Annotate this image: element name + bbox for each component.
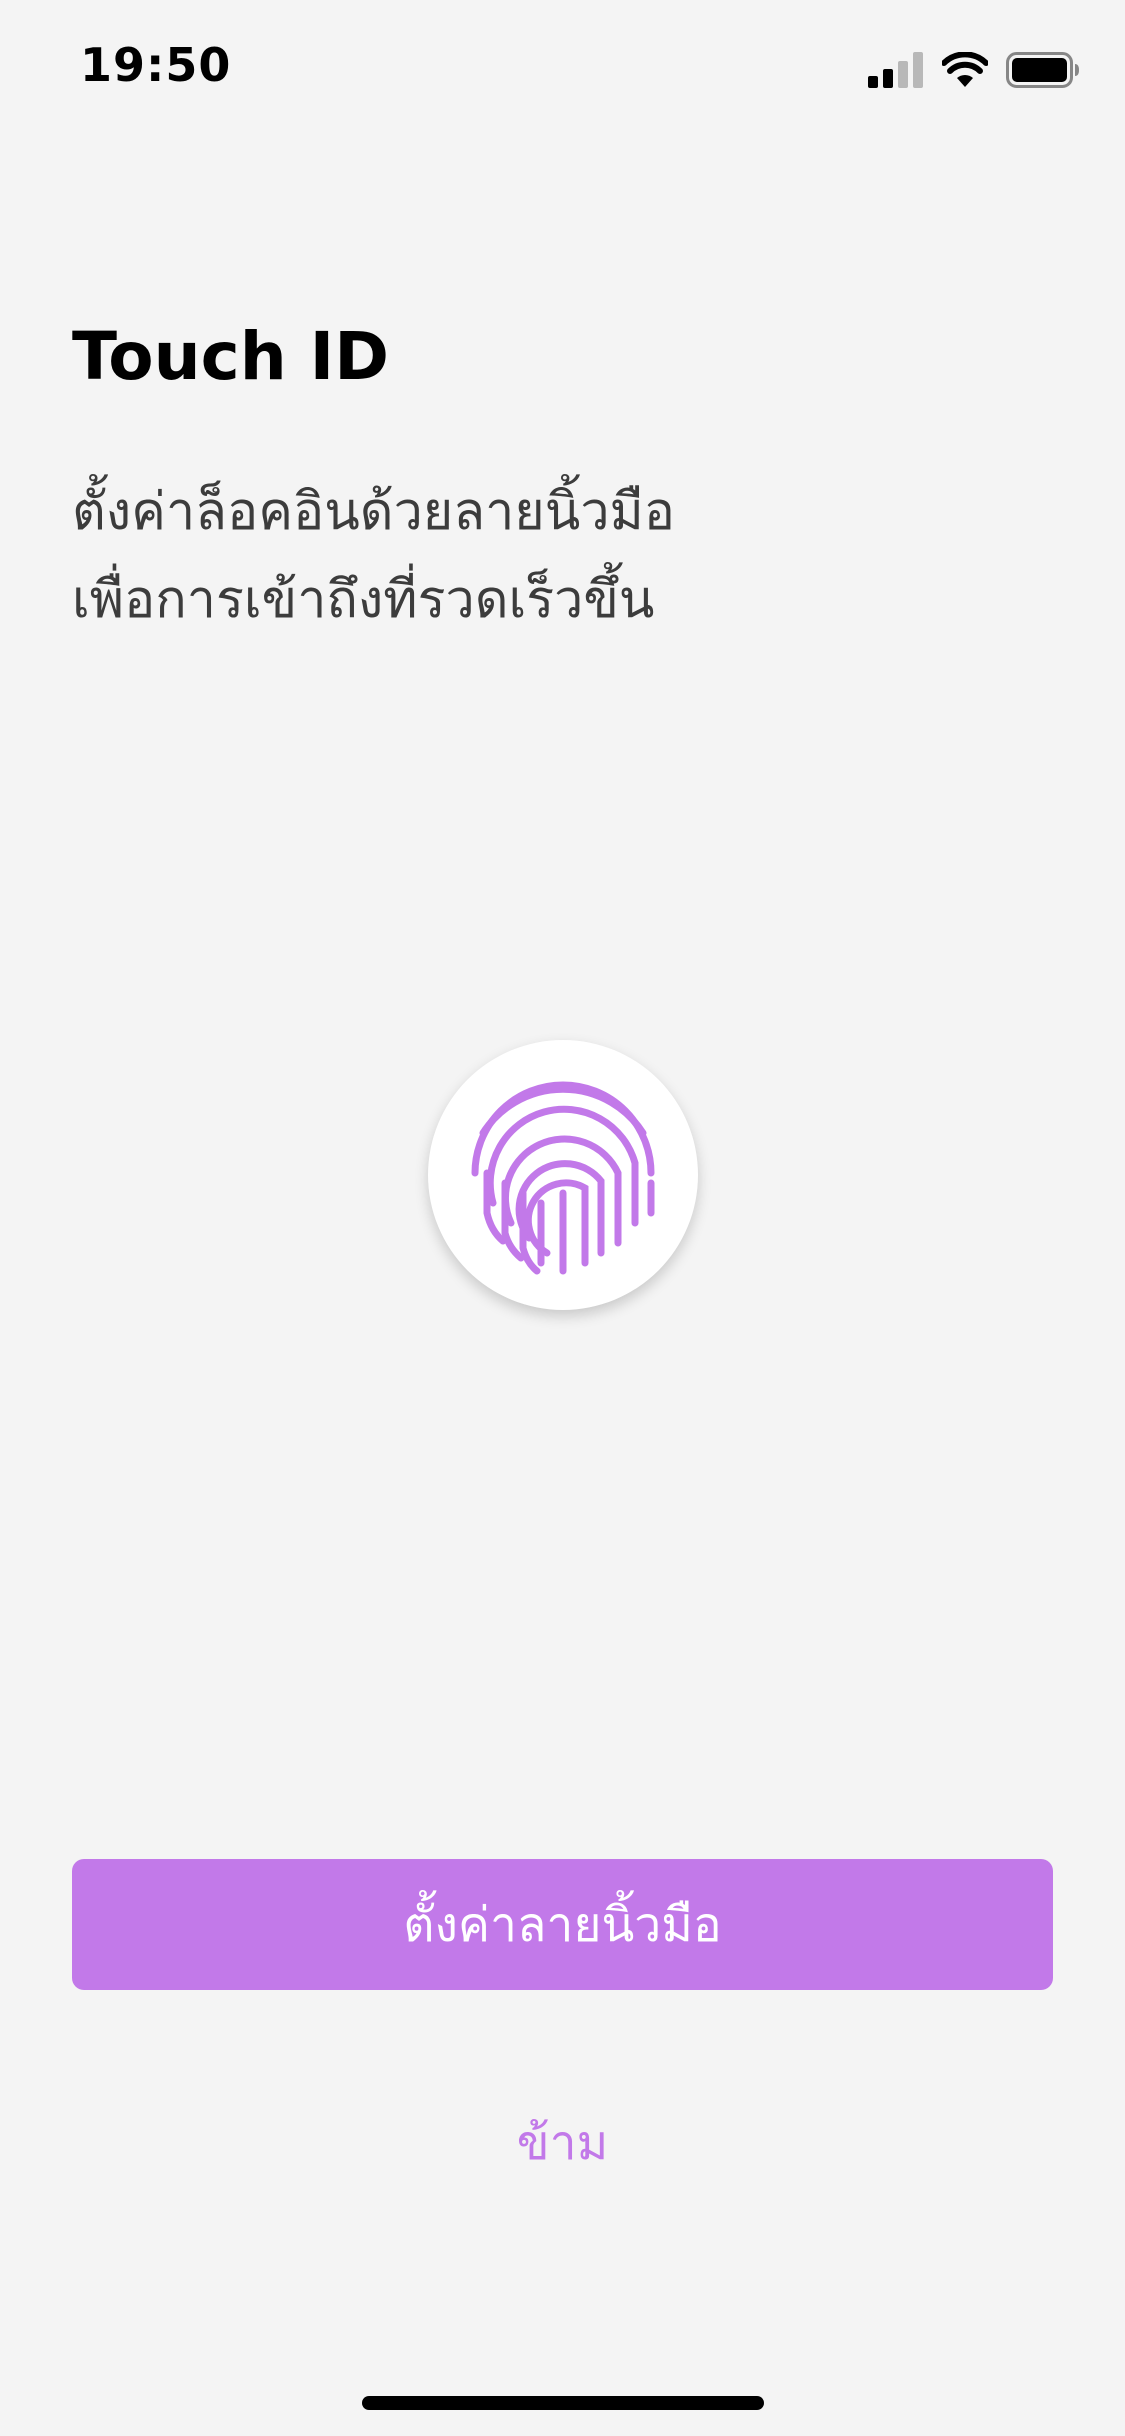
wifi-icon (942, 52, 988, 88)
page-title: Touch ID (72, 318, 390, 395)
fingerprint-icon (463, 1063, 663, 1287)
home-indicator[interactable] (362, 2396, 764, 2410)
status-icons (868, 48, 1080, 92)
status-bar: 19:50 (0, 0, 1125, 140)
setup-fingerprint-button[interactable]: ตั้งค่าลายนิ้วมือ (72, 1859, 1053, 1990)
fingerprint-button[interactable] (428, 1040, 698, 1310)
page-description: ตั้งค่าล็อคอินด้วยลายนิ้วมือ เพื่อการเข้… (72, 482, 676, 630)
cellular-signal-icon (868, 52, 924, 88)
status-time: 19:50 (80, 38, 232, 92)
skip-button[interactable]: ข้าม (0, 2105, 1125, 2181)
battery-icon (1006, 52, 1080, 88)
